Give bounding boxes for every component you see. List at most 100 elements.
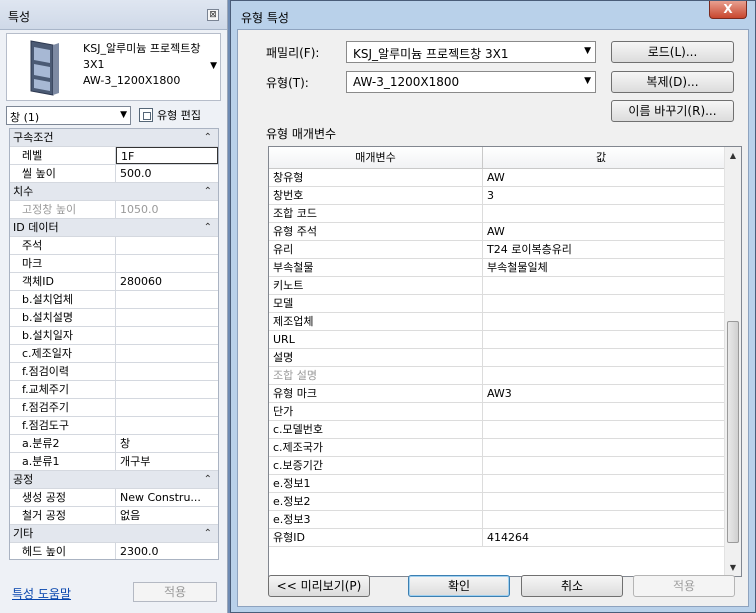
type-selector[interactable]: KSJ_알루미늄 프로젝트창 3X1 AW-3_1200X1800 ▼ <box>6 33 221 101</box>
table-row[interactable]: 단가 <box>269 403 741 421</box>
property-row[interactable]: b.설치업체 <box>10 291 218 309</box>
apply-button[interactable]: 적용 <box>633 575 735 597</box>
property-category[interactable]: 치수 ⌃ <box>10 183 218 201</box>
parameter-value[interactable]: 414264 <box>483 529 719 546</box>
properties-apply-button[interactable]: 적용 <box>133 582 217 602</box>
column-header-parameter[interactable]: 매개변수 <box>269 147 483 168</box>
duplicate-button[interactable]: 복제(D)... <box>611 71 734 93</box>
table-row[interactable]: 제조업체 <box>269 313 741 331</box>
property-row[interactable]: 씰 높이 500.0 <box>10 165 218 183</box>
parameter-value[interactable] <box>483 295 719 312</box>
property-value[interactable]: 개구부 <box>116 453 218 470</box>
property-row[interactable]: 레벨 1F <box>10 147 218 165</box>
instance-filter-select[interactable]: 창 (1) ▼ <box>6 106 131 125</box>
parameter-value[interactable] <box>483 457 719 474</box>
property-value[interactable]: 1050.0 <box>116 201 218 218</box>
property-row[interactable]: f.점검도구 <box>10 417 218 435</box>
property-value[interactable] <box>116 237 218 254</box>
rename-button[interactable]: 이름 바꾸기(R)... <box>611 100 734 122</box>
table-row[interactable]: 키노트 <box>269 277 741 295</box>
property-row[interactable]: f.점검주기 <box>10 399 218 417</box>
table-row[interactable]: 유형 마크 AW3 <box>269 385 741 403</box>
table-row[interactable]: 모델 <box>269 295 741 313</box>
property-value[interactable]: 1F <box>116 147 218 164</box>
property-value[interactable]: 없음 <box>116 507 218 524</box>
property-row[interactable]: 철거 공정 없음 <box>10 507 218 525</box>
table-row[interactable]: 설명 <box>269 349 741 367</box>
property-row[interactable]: b.설치설명 <box>10 309 218 327</box>
property-row[interactable]: 마크 <box>10 255 218 273</box>
table-row[interactable]: 유형ID 414264 <box>269 529 741 547</box>
property-row[interactable]: 생성 공정 New Constru... <box>10 489 218 507</box>
table-row[interactable]: 창유형 AW <box>269 169 741 187</box>
collapse-icon[interactable]: ⌃ <box>204 525 212 542</box>
property-value[interactable]: 500.0 <box>116 165 218 182</box>
property-value[interactable] <box>116 399 218 416</box>
table-row[interactable]: c.제조국가 <box>269 439 741 457</box>
property-row[interactable]: f.교체주기 <box>10 381 218 399</box>
type-combo[interactable]: AW-3_1200X1800 ▼ <box>346 71 596 93</box>
parameter-value[interactable]: 부속철물일체 <box>483 259 719 276</box>
property-row[interactable]: f.점검이력 <box>10 363 218 381</box>
parameter-value[interactable] <box>483 313 719 330</box>
parameter-value[interactable] <box>483 367 719 384</box>
property-category[interactable]: 공정 ⌃ <box>10 471 218 489</box>
chevron-down-icon[interactable]: ▼ <box>210 61 217 71</box>
close-icon[interactable]: ⊠ <box>207 9 219 21</box>
family-combo[interactable]: KSJ_알루미늄 프로젝트창 3X1 ▼ <box>346 41 596 63</box>
table-row[interactable]: c.모델번호 <box>269 421 741 439</box>
table-row[interactable]: 부속철물 부속철물일체 <box>269 259 741 277</box>
property-value[interactable] <box>116 417 218 434</box>
ok-button[interactable]: 확인 <box>408 575 510 597</box>
table-row[interactable]: 조합 코드 <box>269 205 741 223</box>
parameter-value[interactable]: AW3 <box>483 385 719 402</box>
collapse-icon[interactable]: ⌃ <box>204 471 212 488</box>
load-button[interactable]: 로드(L)... <box>611 41 734 63</box>
property-value[interactable] <box>116 363 218 380</box>
table-row[interactable]: e.정보1 <box>269 475 741 493</box>
dialog-close-button[interactable]: X <box>709 1 747 19</box>
property-row[interactable]: a.분류2 창 <box>10 435 218 453</box>
property-value[interactable]: 창 <box>116 435 218 452</box>
property-value[interactable] <box>116 381 218 398</box>
cancel-button[interactable]: 취소 <box>521 575 623 597</box>
property-category[interactable]: ID 데이터 ⌃ <box>10 219 218 237</box>
scroll-up-icon[interactable]: ▲ <box>725 147 741 164</box>
parameter-value[interactable] <box>483 205 719 222</box>
parameter-value[interactable] <box>483 331 719 348</box>
edit-type-button[interactable]: 유형 편집 <box>139 107 201 123</box>
property-value[interactable] <box>116 255 218 272</box>
property-value[interactable]: 2300.0 <box>116 543 218 559</box>
property-value[interactable] <box>116 327 218 344</box>
properties-help-link[interactable]: 특성 도움말 <box>12 585 71 602</box>
table-row[interactable]: c.보증기간 <box>269 457 741 475</box>
scrollbar-thumb[interactable] <box>727 321 739 543</box>
property-row[interactable]: b.설치일자 <box>10 327 218 345</box>
parameter-value[interactable] <box>483 277 719 294</box>
parameter-value[interactable] <box>483 439 719 456</box>
table-scrollbar[interactable]: ▲ ▼ <box>724 147 741 576</box>
parameter-value[interactable]: AW <box>483 169 719 186</box>
property-row[interactable]: 고정창 높이 1050.0 <box>10 201 218 219</box>
parameter-value[interactable] <box>483 475 719 492</box>
parameter-value[interactable]: T24 로이복층유리 <box>483 241 719 258</box>
table-row[interactable]: 창번호 3 <box>269 187 741 205</box>
column-header-value[interactable]: 값 <box>483 147 719 168</box>
property-row[interactable]: 객체ID 280060 <box>10 273 218 291</box>
property-row[interactable]: 헤드 높이 2300.0 <box>10 543 218 559</box>
property-value[interactable]: 280060 <box>116 273 218 290</box>
property-value[interactable] <box>116 309 218 326</box>
parameter-value[interactable] <box>483 403 719 420</box>
parameter-value[interactable]: 3 <box>483 187 719 204</box>
parameter-value[interactable]: AW <box>483 223 719 240</box>
collapse-icon[interactable]: ⌃ <box>204 219 212 236</box>
table-row[interactable]: e.정보3 <box>269 511 741 529</box>
parameter-value[interactable] <box>483 511 719 528</box>
parameter-value[interactable] <box>483 421 719 438</box>
table-row[interactable]: 유형 주석 AW <box>269 223 741 241</box>
table-row[interactable]: 조합 설명 <box>269 367 741 385</box>
property-row[interactable]: a.분류1 개구부 <box>10 453 218 471</box>
scroll-down-icon[interactable]: ▼ <box>725 559 741 576</box>
parameter-value[interactable] <box>483 349 719 366</box>
property-row[interactable]: c.제조일자 <box>10 345 218 363</box>
